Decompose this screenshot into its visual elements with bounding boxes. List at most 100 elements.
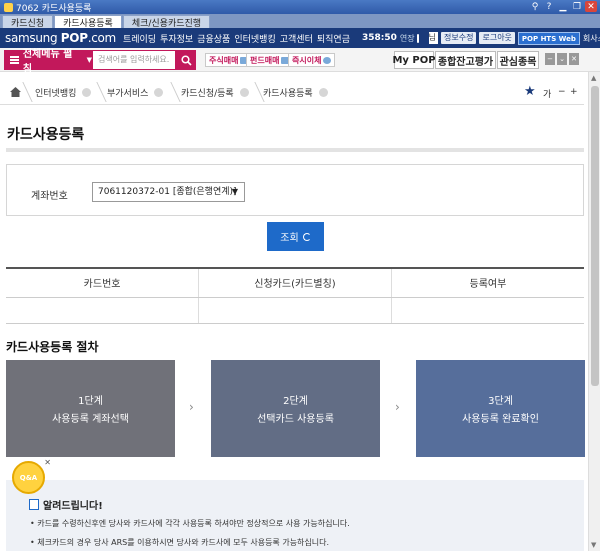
global-nav: 트레이딩 투자정보 금융상품 인터넷뱅킹 고객센터 퇴직연금 [123, 32, 350, 45]
hamburger-icon [10, 56, 19, 64]
favorite-star-icon[interactable]: ★ [524, 84, 536, 99]
step-3-label: 3단계 [488, 396, 513, 407]
table-row [6, 297, 584, 324]
lookup-button-label: 조회 [280, 233, 299, 244]
scroll-down-icon[interactable]: ▼ [591, 541, 596, 549]
nav-pension[interactable]: 퇴직연금 [317, 32, 350, 45]
scroll-up-icon[interactable]: ▲ [591, 74, 596, 82]
qna-label: Q&A [19, 473, 38, 482]
logo-suffix: .com [87, 31, 117, 45]
all-menu-button[interactable]: 전체메뉴 펼침 ▼ [4, 49, 92, 75]
close-icon[interactable]: ✕ [585, 1, 597, 12]
extend-session-link[interactable]: 연장 [400, 33, 415, 44]
notice-line-text: 카드를 수령하신후엔 당사와 카드사에 각각 사용등록 하셔야만 정상적으로 사… [37, 519, 350, 528]
close-icon[interactable]: ✕ [44, 458, 51, 467]
breadcrumb-dropdown-icon[interactable] [319, 88, 328, 97]
window-titlebar: 7062 카드사용등록 ⚲ ? ▁ ❐ ✕ [0, 0, 600, 14]
quick-fund-label: 펀드매매 [250, 55, 280, 65]
font-decrease-button[interactable]: − [558, 87, 566, 97]
scroll-thumb[interactable] [591, 86, 599, 386]
user-name: 님 [428, 32, 439, 44]
font-size-label: 가 [543, 90, 552, 100]
breadcrumb-dropdown-icon[interactable] [82, 88, 91, 97]
tab-card-progress[interactable]: 체크/신용카드진행 [122, 15, 211, 29]
col-card-alias: 신청카드(카드별칭) [198, 267, 392, 298]
company-intro-link[interactable]: 회사소개 [583, 33, 600, 44]
tab-card-apply[interactable]: 카드신청 [2, 15, 54, 29]
account-select-value: 7061120372-01 [종합(은행연계)] [98, 187, 237, 197]
quick-stock-label: 주식매매 [209, 55, 239, 65]
font-increase-button[interactable]: + [570, 87, 578, 97]
nav-customer-center[interactable]: 고객센터 [280, 32, 313, 45]
table-header-row: 카드번호 신청카드(카드별칭) 등록여부 [6, 267, 584, 298]
notice-line-text: 체크카드의 경우 당사 ARS를 이용하시면 당사와 카드사에 모두 사용등록 … [37, 538, 330, 547]
page-title: 카드사용등록 [7, 127, 85, 143]
col-card-number: 카드번호 [6, 267, 199, 298]
nav-invest-info[interactable]: 투자정보 [160, 32, 193, 45]
my-pop-button[interactable]: My POP [392, 51, 436, 69]
minimize-icon[interactable]: ▁ [557, 1, 569, 12]
breadcrumb-extra-services[interactable]: 부가서비스 [107, 86, 148, 99]
breadcrumb-card-apply[interactable]: 카드신청/등록 [181, 86, 234, 99]
timer-icon [416, 33, 419, 43]
site-logo[interactable]: samsung POP.com [0, 31, 116, 45]
breadcrumb-dropdown-icon[interactable] [154, 88, 163, 97]
app-icon [4, 2, 13, 12]
step-2-box: 2단계 선택카드 사용등록 [211, 360, 380, 457]
vertical-scrollbar[interactable]: ▲ ▼ [588, 72, 600, 551]
site-header: samsung POP.com 트레이딩 투자정보 금융상품 인터넷뱅킹 고객센… [0, 28, 600, 48]
screen-tabs: 카드신청 카드사용등록 체크/신용카드진행 [0, 14, 600, 29]
breadcrumb-divider [161, 82, 181, 102]
pin-icon[interactable]: ⚲ [529, 1, 541, 12]
search-input[interactable]: 검색어를 입력하세요. [92, 50, 176, 70]
menu-minimize-icon[interactable]: − [545, 53, 555, 65]
chevron-down-icon: ▼ [231, 187, 238, 196]
breadcrumb-current: 카드사용등록 [263, 89, 313, 99]
col-register-status: 등록여부 [390, 267, 584, 298]
notice-icon [29, 499, 39, 510]
nav-internet-banking[interactable]: 인터넷뱅킹 [234, 32, 275, 45]
window-title: 7062 카드사용등록 [16, 3, 92, 14]
account-form: 계좌번호 7061120372-01 [종합(은행연계)] ▼ [6, 164, 584, 216]
account-select[interactable]: 7061120372-01 [종합(은행연계)] ▼ [92, 182, 245, 202]
breadcrumb-banking[interactable]: 인터넷뱅킹 [35, 86, 76, 99]
restore-icon[interactable]: ❐ [571, 1, 583, 12]
total-balance-button[interactable]: 종합잔고평가 [435, 51, 496, 69]
step-1-label: 1단계 [78, 396, 103, 407]
help-icon[interactable]: ? [543, 1, 555, 12]
all-menu-label: 전체메뉴 펼침 [22, 49, 73, 75]
breadcrumb-dropdown-icon[interactable] [240, 88, 249, 97]
nav-trading[interactable]: 트레이딩 [123, 32, 156, 45]
watchlist-button[interactable]: 관심종목 [497, 51, 539, 69]
notice-title-text: 알려드립니다! [43, 501, 103, 512]
table-cell [6, 297, 199, 324]
step-3-box: 3단계 사용등록 완료확인 [416, 360, 585, 457]
logo-main: POP [60, 31, 88, 45]
logo-prefix: samsung [5, 31, 58, 45]
table-cell [198, 297, 392, 324]
search-button[interactable] [176, 50, 196, 70]
procedure-title: 카드사용등록 절차 [6, 340, 99, 354]
menu-arrow-icon[interactable]: ⌄ [557, 53, 567, 65]
chevron-right-icon: › [189, 400, 194, 414]
nav-finance-products[interactable]: 금융상품 [197, 32, 230, 45]
breadcrumb: 인터넷뱅킹 부가서비스 카드신청/등록 카드사용등록 ★ 가 − + [0, 80, 584, 105]
info-edit-button[interactable]: 정보수정 [441, 32, 477, 44]
notice-box: 알려드립니다! • 카드를 수령하신후엔 당사와 카드사에 각각 사용등록 하셔… [6, 480, 584, 551]
quick-transfer[interactable]: 즉시이체 [288, 53, 336, 67]
lookup-button[interactable]: 조회 [267, 222, 324, 251]
chevron-right-icon: › [395, 400, 400, 414]
title-divider [6, 148, 584, 152]
step-3-desc: 사용등록 완료확인 [462, 414, 539, 425]
tab-card-register[interactable]: 카드사용등록 [54, 15, 122, 29]
logout-button[interactable]: 로그아웃 [479, 32, 515, 44]
search-icon [180, 54, 192, 66]
menu-close-icon[interactable]: ✕ [569, 53, 579, 65]
window-controls: ⚲ ? ▁ ❐ ✕ [529, 1, 597, 12]
qna-float-button[interactable]: Q&A ✕ [12, 458, 51, 494]
step-2-label: 2단계 [283, 396, 308, 407]
quick-fund-trade[interactable]: 펀드매매 [246, 53, 294, 67]
pop-hts-button[interactable]: POP HTS Web [517, 31, 580, 45]
refresh-icon [302, 232, 311, 241]
account-label: 계좌번호 [31, 191, 68, 202]
